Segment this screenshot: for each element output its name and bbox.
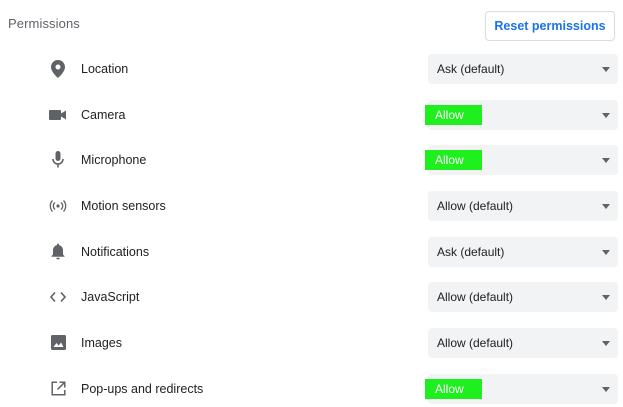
permission-row-camera: Camera Allow: [0, 92, 623, 138]
select-value: Allow (default): [437, 335, 514, 350]
select-value: Allow: [425, 150, 482, 171]
motion-sensors-select[interactable]: Allow (default): [428, 190, 618, 221]
select-value: Allow (default): [437, 198, 514, 213]
select-value: Ask (default): [437, 61, 505, 76]
dropdown-arrow-icon: [602, 158, 610, 164]
select-value: Ask (default): [437, 244, 505, 259]
select-value: Allow: [425, 378, 482, 399]
notifications-select[interactable]: Ask (default): [428, 236, 618, 267]
motion-sensors-icon: [48, 196, 68, 216]
permission-row-location: Location Ask (default): [0, 46, 623, 92]
permissions-list: Location Ask (default) Camera Allow Micr…: [0, 46, 623, 407]
image-icon: [48, 333, 68, 353]
dropdown-arrow-icon: [602, 386, 610, 392]
camera-select[interactable]: Allow: [425, 99, 618, 130]
bell-icon: [48, 242, 68, 262]
dropdown-arrow-icon: [602, 66, 610, 72]
reset-permissions-button[interactable]: Reset permissions: [485, 11, 615, 41]
permission-row-motion-sensors: Motion sensors Allow (default): [0, 183, 623, 229]
permission-label: Camera: [81, 107, 126, 122]
camera-icon: [48, 105, 68, 125]
permission-row-microphone: Microphone Allow: [0, 137, 623, 183]
popups-select[interactable]: Allow: [425, 373, 618, 404]
permission-row-images: Images Allow (default): [0, 320, 623, 366]
dropdown-arrow-icon: [602, 249, 610, 255]
permission-label: Notifications: [81, 244, 150, 259]
dropdown-arrow-icon: [602, 203, 610, 209]
dropdown-arrow-icon: [602, 295, 610, 301]
permission-label: Location: [81, 61, 129, 76]
permission-label: Microphone: [81, 153, 147, 168]
microphone-icon: [48, 150, 68, 170]
permissions-header: Permissions Reset permissions: [0, 0, 623, 50]
permission-label: Images: [81, 335, 122, 350]
open-in-new-icon: [48, 379, 68, 399]
select-value: Allow: [425, 104, 482, 125]
code-icon: [48, 287, 68, 307]
images-select[interactable]: Allow (default): [428, 327, 618, 358]
permission-label: JavaScript: [81, 290, 140, 305]
dropdown-arrow-icon: [602, 340, 610, 346]
select-value: Allow (default): [437, 290, 514, 305]
microphone-select[interactable]: Allow: [425, 145, 618, 176]
site-settings-page: Permissions Reset permissions Location A…: [0, 0, 623, 407]
permission-label: Pop-ups and redirects: [81, 381, 204, 396]
javascript-select[interactable]: Allow (default): [428, 282, 618, 313]
section-title: Permissions: [8, 16, 80, 31]
location-select[interactable]: Ask (default): [428, 53, 618, 84]
permission-row-javascript: JavaScript Allow (default): [0, 274, 623, 320]
dropdown-arrow-icon: [602, 112, 610, 118]
permission-row-notifications: Notifications Ask (default): [0, 229, 623, 275]
permission-row-popups: Pop-ups and redirects Allow: [0, 366, 623, 407]
location-pin-icon: [48, 59, 68, 79]
permission-label: Motion sensors: [81, 198, 166, 213]
